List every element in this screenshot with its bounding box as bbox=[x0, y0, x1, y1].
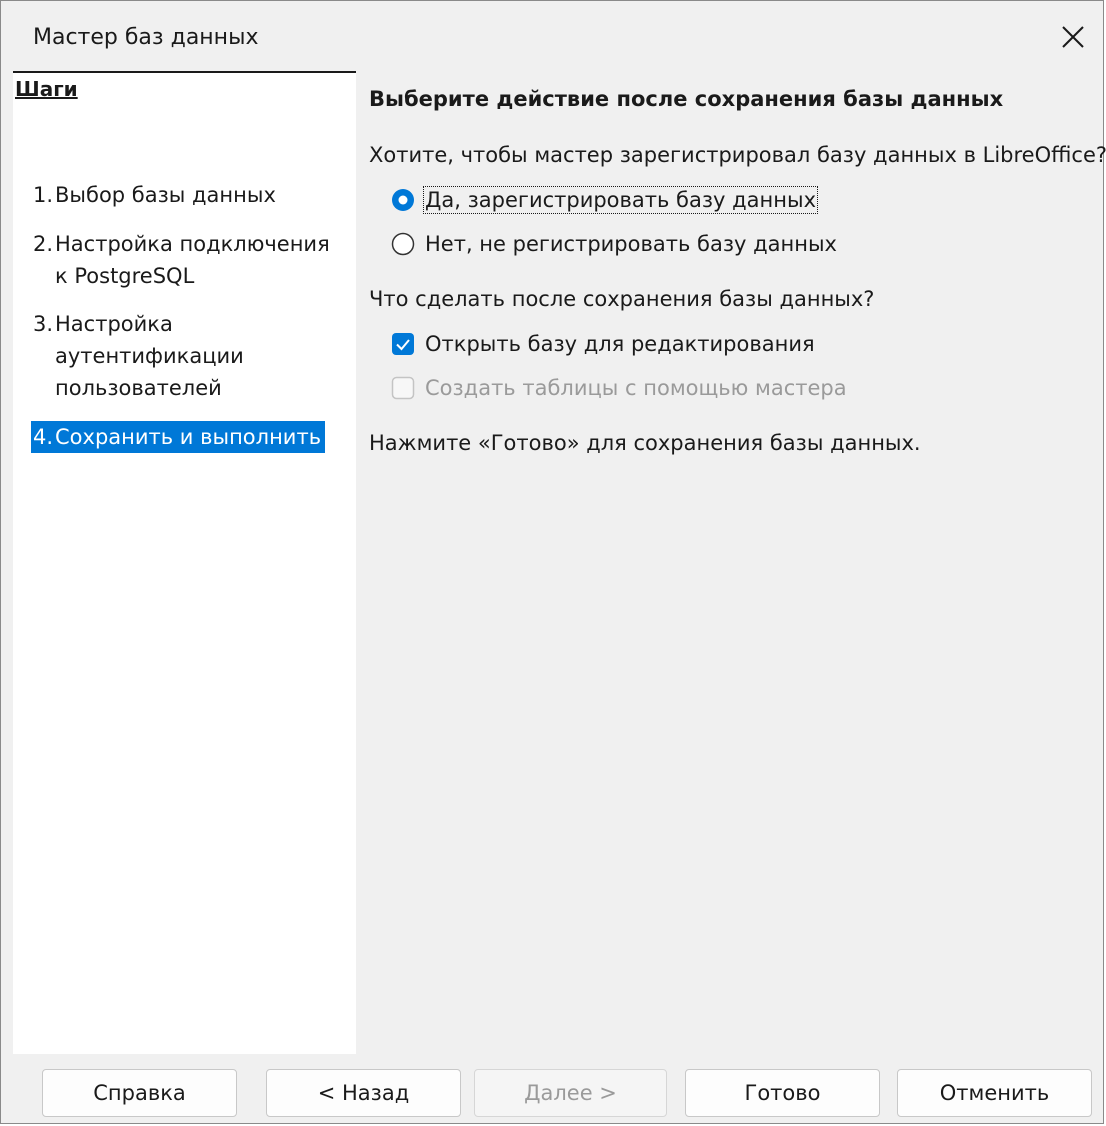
steps-header: Шаги bbox=[15, 77, 78, 101]
title-bar: Мастер баз данных bbox=[1, 1, 1103, 75]
create-tables-label: Создать таблицы с помощью мастера bbox=[425, 376, 847, 400]
step-label: Выбор базы данных bbox=[55, 183, 276, 207]
register-no-radio[interactable]: Нет, не регистрировать базу данных bbox=[391, 227, 837, 261]
step-number: 4. bbox=[33, 425, 54, 449]
finish-button[interactable]: Готово bbox=[685, 1069, 880, 1117]
step-4-save-and-proceed[interactable]: 4.Сохранить и выполнить bbox=[31, 421, 326, 453]
window-title: Мастер баз данных bbox=[33, 25, 259, 50]
after-save-question: Что сделать после сохранения базы данных… bbox=[369, 287, 875, 311]
step-label: Сохранить и выполнить bbox=[55, 425, 322, 449]
cancel-button[interactable]: Отменить bbox=[897, 1069, 1092, 1117]
step-number: 1. bbox=[33, 183, 54, 207]
button-bar: Справка < Назад Далее > Готово Отменить bbox=[1, 1069, 1103, 1121]
step-2-postgresql-connection[interactable]: 2.Настройка подключения к PostgreSQL bbox=[31, 228, 347, 292]
radio-selected-icon bbox=[392, 189, 414, 211]
close-button[interactable] bbox=[1051, 15, 1095, 59]
database-wizard-dialog: Мастер баз данных Шаги 1.Выбор базы данн… bbox=[0, 0, 1106, 1124]
register-yes-radio[interactable]: Да, зарегистрировать базу данных bbox=[391, 183, 819, 217]
finish-hint: Нажмите «Готово» для сохранения базы дан… bbox=[369, 431, 921, 455]
create-tables-checkbox: Создать таблицы с помощью мастера bbox=[391, 371, 847, 405]
step-1-select-database[interactable]: 1.Выбор базы данных bbox=[31, 179, 278, 211]
register-question: Хотите, чтобы мастер зарегистрировал баз… bbox=[369, 143, 1106, 167]
checkbox-unchecked-icon bbox=[391, 376, 415, 400]
open-for-edit-checkbox[interactable]: Открыть базу для редактирования bbox=[391, 327, 815, 361]
register-no-label: Нет, не регистрировать базу данных bbox=[425, 232, 837, 256]
next-button: Далее > bbox=[474, 1069, 667, 1117]
step-label: Настройка аутентификации пользователей bbox=[55, 312, 244, 400]
checkbox-checked-icon bbox=[392, 333, 414, 355]
page-heading: Выберите действие после сохранения базы … bbox=[369, 87, 1004, 111]
back-button[interactable]: < Назад bbox=[266, 1069, 461, 1117]
steps-sidebar: Шаги 1.Выбор базы данных 2.Настройка под… bbox=[13, 71, 356, 1054]
step-label: Настройка подключения к PostgreSQL bbox=[55, 232, 330, 288]
close-icon bbox=[1062, 26, 1084, 48]
step-number: 2. bbox=[33, 232, 54, 256]
step-3-user-authentication[interactable]: 3.Настройка аутентификации пользователей bbox=[31, 308, 277, 404]
open-for-edit-label: Открыть базу для редактирования bbox=[425, 332, 815, 356]
help-button[interactable]: Справка bbox=[42, 1069, 237, 1117]
register-yes-label: Да, зарегистрировать базу данных bbox=[422, 186, 819, 214]
radio-unselected-icon bbox=[391, 232, 415, 256]
step-number: 3. bbox=[33, 312, 54, 336]
